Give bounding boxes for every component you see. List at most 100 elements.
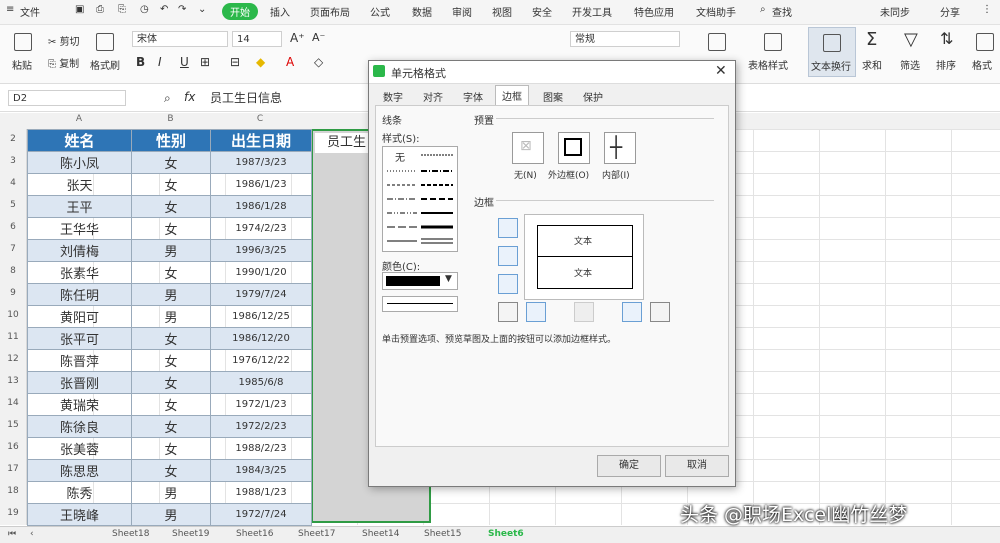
cell-birthdate[interactable]: 1986/12/25 [210,305,312,328]
tab-review[interactable]: 审阅 [452,4,472,19]
tab-insert[interactable]: 插入 [270,4,290,19]
tab-page-layout[interactable]: 页面布局 [310,4,350,19]
row-header[interactable]: 16 [0,442,26,452]
format-label[interactable]: 格式 [972,57,992,72]
sheet-tab-active[interactable]: Sheet6 [488,529,524,539]
cell-name[interactable]: 王晓峰 [27,503,132,526]
font-size-select[interactable]: 14 [232,31,282,47]
sheet-tab-16[interactable]: Sheet16 [236,529,273,539]
filter-icon[interactable]: ▽ [904,29,918,50]
cell-name[interactable]: 陈秀 [27,481,132,504]
sort-icon[interactable]: ⇅ [940,29,953,48]
row-header[interactable]: 14 [0,398,26,408]
more-menu-icon[interactable]: ⋮ [982,4,992,15]
cell-name[interactable]: 黄瑞荣 [27,393,132,416]
italic-icon[interactable]: I [158,55,162,69]
tab-data[interactable]: 数据 [412,4,432,19]
sum-label[interactable]: 求和 [862,57,882,72]
cell-gender[interactable]: 女 [131,393,211,416]
share-button[interactable]: 分享 [940,4,960,19]
cell-name[interactable]: 陈思思 [27,459,132,482]
table-style-label[interactable]: 表格样式 [748,57,788,72]
cell-name[interactable]: 王华华 [27,217,132,240]
tab-alignment[interactable]: 对齐 [417,87,449,106]
cell-name[interactable]: 刘倩梅 [27,239,132,262]
redo-icon[interactable]: ↷ [178,4,186,15]
preset-inside-button[interactable]: ┼ [604,132,636,164]
merge-icon[interactable]: ⊟ [230,55,240,69]
underline-icon[interactable]: U [180,55,189,69]
tab-formula[interactable]: 公式 [370,4,390,19]
border-center-button[interactable] [574,302,594,322]
border-top-button[interactable] [498,218,518,238]
function-icon[interactable]: fx [184,90,195,104]
border-diagonal-up-button[interactable] [498,302,518,322]
zoom-icon[interactable]: ⌕ [164,91,171,106]
font-name-select[interactable]: 宋体 [132,31,228,47]
header-gender[interactable]: 性别 [131,129,211,152]
row-header[interactable]: 3 [0,156,26,166]
search-label[interactable]: 查找 [772,4,792,19]
sum-icon[interactable]: Σ [866,29,877,50]
tab-font[interactable]: 字体 [457,87,489,106]
row-header[interactable]: 5 [0,200,26,210]
tab-view[interactable]: 视图 [492,4,512,19]
cell-gender[interactable]: 女 [131,327,211,350]
cell-gender[interactable]: 男 [131,283,211,306]
cell-gender[interactable]: 女 [131,195,211,218]
tab-pattern[interactable]: 图案 [537,87,569,106]
cell-gender[interactable]: 女 [131,173,211,196]
undo-icon[interactable]: ↶ [160,4,168,15]
row-header[interactable]: 18 [0,486,26,496]
sheet-tab-15[interactable]: Sheet15 [424,529,461,539]
border-diagonal-down-button[interactable] [650,302,670,322]
row-header[interactable]: 19 [0,508,26,518]
fill-color-icon[interactable]: ◆ [256,55,265,69]
cell-name[interactable]: 张素华 [27,261,132,284]
preset-none-button[interactable]: ⊠ [512,132,544,164]
cell-name[interactable]: 张晋刚 [27,371,132,394]
clear-icon[interactable]: ◇ [314,55,323,69]
cut-button[interactable]: ✂ 剪切 [48,33,80,48]
cell-name[interactable]: 陈小凤 [27,151,132,174]
row-header[interactable]: 4 [0,178,26,188]
cell-name[interactable]: 陈徐良 [27,415,132,438]
cell-name[interactable]: 张天 [27,173,132,196]
cell-ref-box[interactable]: D2 [8,90,126,106]
cancel-button[interactable]: 取消 [665,455,729,477]
cell-birthdate[interactable]: 1972/7/24 [210,503,312,526]
tab-developer[interactable]: 开发工具 [572,4,612,19]
cell-gender[interactable]: 女 [131,437,211,460]
row-header[interactable]: 7 [0,244,26,254]
cell-gender[interactable]: 女 [131,349,211,372]
column-header-a[interactable]: A [27,114,131,124]
cell-birthdate[interactable]: 1996/3/25 [210,239,312,262]
cell-name[interactable]: 张平可 [27,327,132,350]
save-icon[interactable]: ▣ [75,4,84,15]
cell-birthdate[interactable]: 1987/3/23 [210,151,312,174]
row-header[interactable]: 9 [0,288,26,298]
row-header[interactable]: 12 [0,354,26,364]
decrease-font-icon[interactable]: A⁻ [312,31,325,44]
column-header-b[interactable]: B [131,114,210,124]
cell-gender[interactable]: 女 [131,217,211,240]
export-icon[interactable]: ⎙ [96,4,104,15]
line-style-list[interactable]: 无 [382,146,458,252]
row-header[interactable]: 11 [0,332,26,342]
cell-name[interactable]: 陈晋萍 [27,349,132,372]
preset-outline-button[interactable] [558,132,590,164]
row-header[interactable]: 10 [0,310,26,320]
color-select[interactable]: ▼ [382,272,458,290]
cell-gender[interactable]: 女 [131,151,211,174]
search-icon[interactable]: ⌕ [760,4,766,15]
cell-gender[interactable]: 女 [131,415,211,438]
unsynced-status[interactable]: 未同步 [880,4,910,19]
cell-birthdate[interactable]: 1976/12/22 [210,349,312,372]
border-left-button[interactable] [526,302,546,322]
row-header[interactable]: 6 [0,222,26,232]
cell-name[interactable]: 陈任明 [27,283,132,306]
sheet-tab-18[interactable]: Sheet18 [112,529,149,539]
cell-birthdate[interactable]: 1986/12/20 [210,327,312,350]
bold-icon[interactable]: B [136,55,145,69]
tab-protection[interactable]: 保护 [577,87,609,106]
